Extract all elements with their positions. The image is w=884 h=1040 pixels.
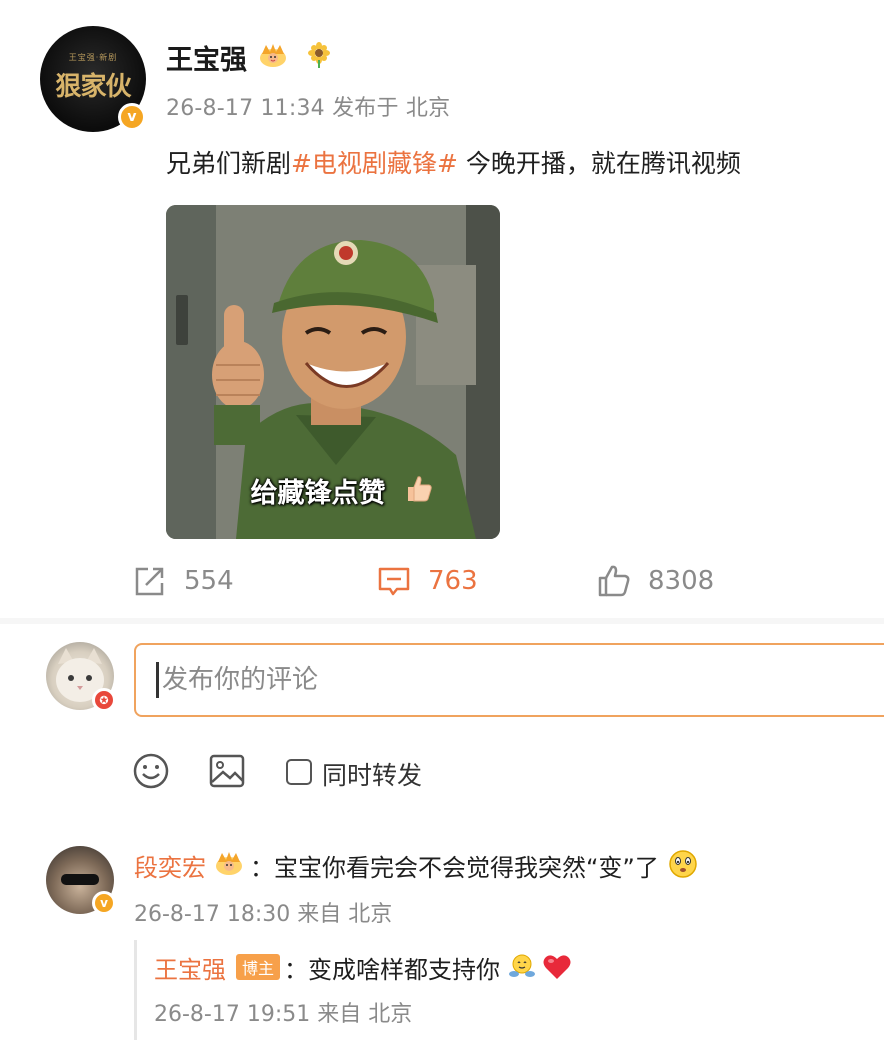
avatar-logo-title: 狠家伙 — [55, 72, 131, 102]
comment-source-prefix: 来自 — [297, 902, 342, 927]
text-caret — [156, 662, 159, 698]
reply-location: 北京 — [368, 1002, 413, 1027]
comment-separator: ： — [250, 854, 274, 882]
repost-checkbox[interactable] — [286, 759, 312, 785]
post-location: 北京 — [405, 96, 451, 121]
repost-checkbox-label[interactable]: 同时转发 — [322, 756, 422, 792]
verified-badge-icon: v — [92, 891, 116, 915]
reply-author-name[interactable]: 王宝强 — [154, 950, 226, 985]
post-meta: 26-8-17 11:34 发布于 北京 — [166, 90, 450, 122]
comment-author-name[interactable]: 段奕宏 — [134, 854, 206, 882]
post-author-name[interactable]: 王宝强 — [166, 38, 247, 77]
reply-separator: ： — [284, 956, 308, 984]
sunflower-icon — [308, 42, 330, 68]
reply-timestamp: 26-8-17 19:51 — [154, 1002, 311, 1027]
post-text-before: 兄弟们新剧 — [166, 149, 292, 178]
comment-text: ：宝宝你看完会不会觉得我突然“变”了 — [250, 848, 659, 883]
post-body: 兄弟们新剧#电视剧藏锋# 今晚开播，就在腾讯视频 — [166, 144, 741, 180]
reply-body: 变成啥样都支持你 — [308, 956, 500, 984]
thinking-face-icon — [669, 850, 697, 878]
verified-badge-icon: v — [118, 103, 146, 131]
post-location-prefix: 发布于 — [332, 96, 399, 121]
user-level-badge-icon: ✪ — [92, 688, 116, 712]
avatar-logo-subtitle: 王宝强·新剧 — [68, 53, 118, 62]
image-caption: 给藏锋点赞 — [250, 478, 386, 509]
comment-button[interactable]: 763 — [376, 562, 478, 600]
hashtag-link[interactable]: #电视剧藏锋# — [291, 149, 458, 178]
share-icon — [135, 567, 164, 596]
weibo-post-page: 王宝强·新剧 狠家伙 v 王宝强 26-8-17 11:34 发布于 北京 兄弟… — [0, 0, 884, 1040]
like-button[interactable]: 8308 — [596, 562, 714, 600]
comment-body: 宝宝你看完会不会觉得我突然“变”了 — [274, 854, 659, 882]
reply-text: ：变成啥样都支持你 — [284, 950, 500, 985]
comment-location: 北京 — [348, 902, 393, 927]
crown-icon[interactable] — [258, 42, 288, 68]
like-icon — [598, 565, 630, 597]
emoji-icon[interactable] — [132, 752, 170, 790]
post-text-after: 今晚开播，就在腾讯视频 — [457, 149, 741, 178]
sunglasses-shape — [61, 874, 99, 885]
post-image[interactable]: 给藏锋点赞 — [166, 205, 500, 539]
comment-icon — [378, 567, 410, 596]
author-tag-badge: 博主 — [236, 954, 281, 980]
comment-author-line: 段奕宏 — [134, 848, 206, 883]
image-upload-icon[interactable] — [208, 752, 246, 790]
comment-timestamp: 26-8-17 18:30 — [134, 902, 291, 927]
comment-count: 763 — [428, 566, 478, 596]
post-timestamp: 26-8-17 11:34 — [166, 96, 325, 121]
section-divider — [0, 618, 884, 624]
hug-emoji-icon — [509, 954, 535, 977]
comment-meta: 26-8-17 18:30 来自 北京 — [134, 896, 392, 928]
reply-meta: 26-8-17 19:51 来自 北京 — [154, 996, 412, 1028]
reply-source-prefix: 来自 — [317, 1002, 362, 1027]
repost-button[interactable]: 554 — [132, 562, 234, 600]
thumbs-up-icon — [408, 476, 432, 502]
heart-icon — [543, 955, 571, 979]
crown-icon[interactable] — [214, 850, 244, 876]
comment-input[interactable] — [134, 643, 884, 717]
repost-count: 554 — [184, 566, 234, 596]
like-count: 8308 — [648, 566, 715, 596]
